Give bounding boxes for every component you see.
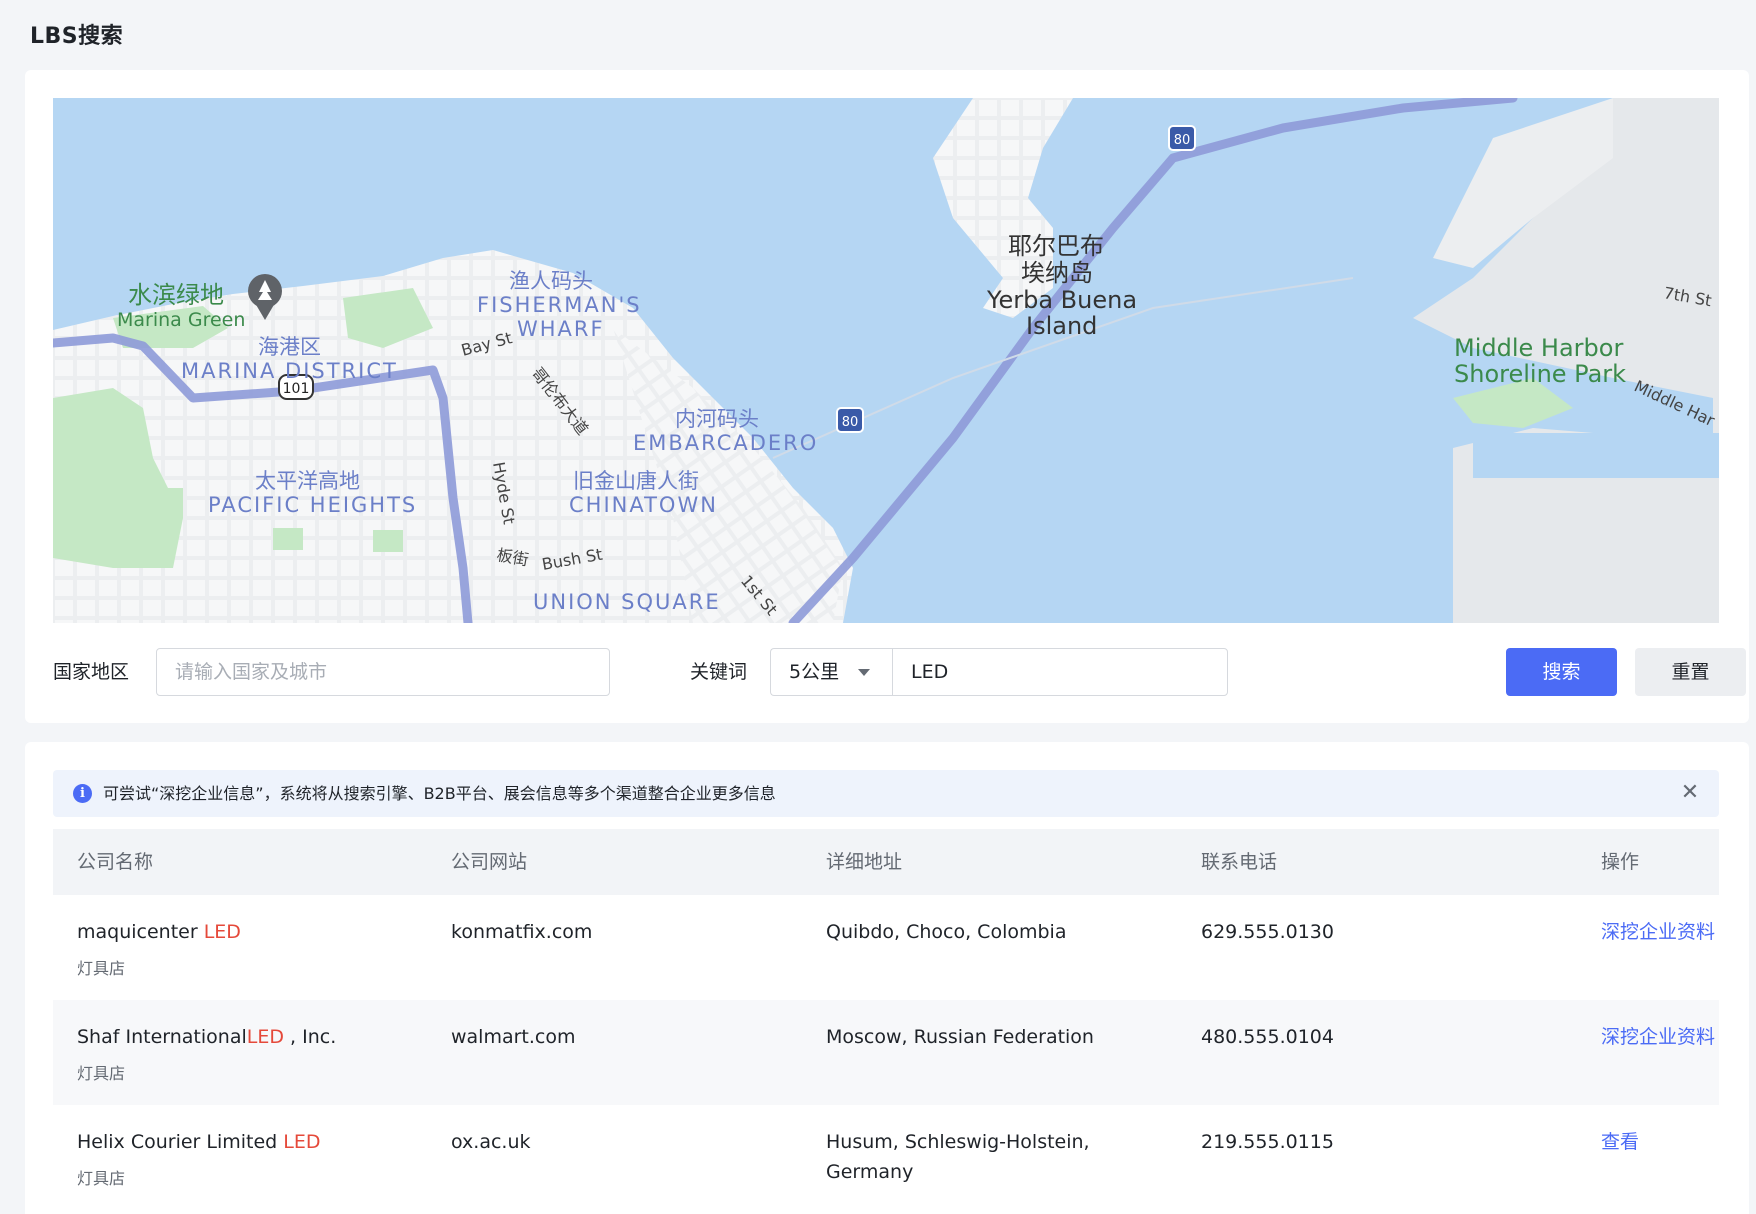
chevron-down-icon — [858, 669, 870, 676]
map-label: PACIFIC HEIGHTS — [208, 493, 417, 517]
map-label: 耶尔巴布 — [1008, 232, 1104, 260]
company-website: walmart.com — [451, 1026, 576, 1048]
map-label: WHARF — [517, 317, 605, 341]
i80-shield-a: 80 — [836, 407, 864, 433]
company-phone: 480.555.0104 — [1201, 1026, 1334, 1048]
header-address: 详细地址 — [826, 851, 903, 873]
company-address: Moscow, Russian Federation — [826, 1026, 1094, 1048]
map-label: MARINA DISTRICT — [181, 359, 398, 383]
region-input[interactable]: 请输入国家及城市 — [156, 648, 610, 696]
map-label: 海港区 — [258, 335, 321, 359]
search-form: 国家地区 请输入国家及城市 关键词 5公里 LED 搜索 重置 — [53, 648, 1746, 696]
deep-dig-link[interactable]: 深挖企业资料 — [1601, 1022, 1715, 1052]
header-company-name: 公司名称 — [77, 851, 154, 873]
search-card: 101 80 80 水滨绿地 Marina Green 海港区 MARINA D… — [25, 70, 1749, 723]
close-icon[interactable]: ✕ — [1679, 782, 1701, 804]
keyword-input[interactable]: LED — [892, 648, 1228, 696]
search-button[interactable]: 搜索 — [1506, 648, 1617, 696]
region-label: 国家地区 — [53, 661, 130, 683]
view-link[interactable]: 查看 — [1601, 1127, 1639, 1157]
results-table: 公司名称 公司网站 详细地址 联系电话 操作 maquicenter LED 灯… — [53, 829, 1719, 1210]
map-label: UNION SQUARE — [533, 590, 721, 614]
header-action: 操作 — [1601, 851, 1640, 873]
map-label: FISHERMAN'S — [477, 293, 642, 317]
info-alert: i 可尝试“深挖企业信息”，系统将从搜索引擎、B2B平台、展会信息等多个渠道整合… — [53, 770, 1719, 817]
company-name: Helix Courier Limited LED — [77, 1131, 321, 1153]
map-label: Middle Harbor — [1454, 334, 1623, 362]
alert-text: 可尝试“深挖企业信息”，系统将从搜索引擎、B2B平台、展会信息等多个渠道整合企业… — [103, 784, 776, 803]
i80-shield-b: 80 — [1168, 125, 1196, 151]
deep-dig-link[interactable]: 深挖企业资料 — [1601, 917, 1715, 947]
company-phone: 219.555.0115 — [1201, 1131, 1334, 1153]
info-icon: i — [73, 784, 92, 803]
table-row: maquicenter LED 灯具店 konmatfix.com Quibdo… — [53, 895, 1719, 1000]
reset-button[interactable]: 重置 — [1635, 648, 1746, 696]
company-category: 灯具店 — [77, 959, 126, 978]
company-website: ox.ac.uk — [451, 1131, 531, 1153]
radius-value: 5公里 — [789, 661, 840, 683]
table-header: 公司名称 公司网站 详细地址 联系电话 操作 — [53, 829, 1719, 895]
map-label: 渔人码头 — [509, 269, 593, 293]
map-label: Yerba Buena — [986, 286, 1137, 314]
table-row: Shaf InternationalLED , Inc. 灯具店 walmart… — [53, 1000, 1719, 1105]
company-name: Shaf InternationalLED , Inc. — [77, 1026, 337, 1048]
page-title: LBS搜索 — [30, 24, 124, 49]
map-label: 太平洋高地 — [255, 469, 360, 493]
map-view[interactable]: 101 80 80 水滨绿地 Marina Green 海港区 MARINA D… — [53, 98, 1719, 623]
map-label: EMBARCADERO — [633, 431, 818, 455]
map-label: Marina Green — [117, 309, 245, 331]
results-card: i 可尝试“深挖企业信息”，系统将从搜索引擎、B2B平台、展会信息等多个渠道整合… — [25, 742, 1749, 1214]
radius-select[interactable]: 5公里 — [770, 648, 892, 696]
svg-text:80: 80 — [842, 415, 859, 430]
company-phone: 629.555.0130 — [1201, 921, 1334, 943]
svg-text:80: 80 — [1174, 133, 1191, 148]
map-label: 埃纳岛 — [1021, 259, 1093, 287]
header-website: 公司网站 — [451, 851, 528, 873]
company-name: maquicenter LED — [77, 921, 241, 943]
keyword-label: 关键词 — [690, 661, 748, 683]
company-website: konmatfix.com — [451, 921, 593, 943]
map-label: Island — [1026, 312, 1097, 340]
company-category: 灯具店 — [77, 1064, 126, 1083]
table-row: Helix Courier Limited LED 灯具店 ox.ac.uk H… — [53, 1105, 1719, 1210]
map-label: 水滨绿地 — [128, 281, 224, 309]
company-address: Husum, Schleswig-Holstein, Germany — [826, 1131, 1090, 1183]
map-label: 内河码头 — [675, 407, 759, 431]
map-label: 旧金山唐人街 — [573, 469, 699, 493]
header-phone: 联系电话 — [1201, 851, 1278, 873]
map-label: CHINATOWN — [569, 493, 718, 517]
map-label: Shoreline Park — [1454, 360, 1626, 388]
company-category: 灯具店 — [77, 1169, 126, 1188]
svg-text:101: 101 — [283, 381, 310, 397]
company-address: Quibdo, Choco, Colombia — [826, 921, 1067, 943]
